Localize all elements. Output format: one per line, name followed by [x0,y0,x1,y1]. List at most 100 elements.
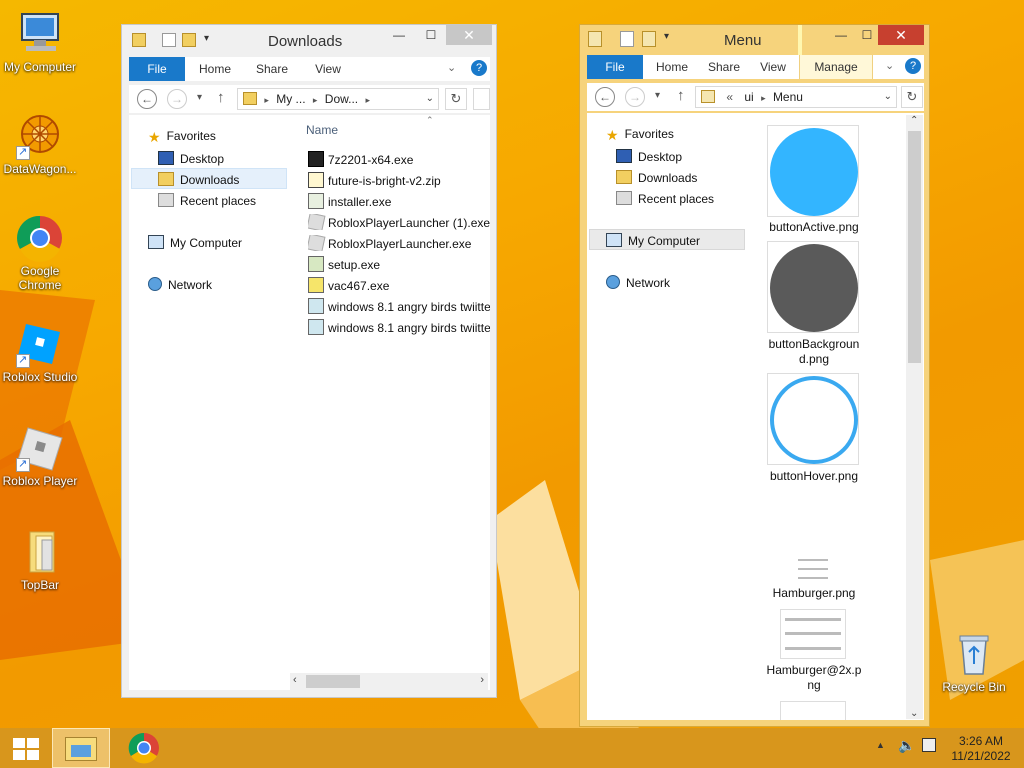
nav-downloads[interactable]: Downloads [616,170,697,185]
ribbon-expand-icon[interactable]: ⌄ [885,59,894,72]
tab-share[interactable]: Share [699,55,749,79]
breadcrumb-downloads[interactable]: Dow... [325,92,358,106]
file-item[interactable]: future-is-bright-v2.zip [308,172,490,188]
scrollbar-thumb[interactable] [908,131,921,363]
forward-button[interactable]: → [167,89,187,109]
start-button[interactable] [6,734,44,762]
properties-icon[interactable] [162,33,176,47]
new-folder-icon[interactable] [642,31,656,47]
up-button[interactable]: ↑ [217,89,225,106]
thumbnail-partial[interactable] [780,701,846,720]
file-item[interactable]: RobloxPlayerLauncher.exe [308,235,490,251]
help-icon[interactable]: ? [905,58,921,74]
desktop-icon-topbar[interactable]: TopBar [0,528,80,592]
tab-view[interactable]: View [305,57,351,81]
file-item[interactable]: vac467.exe [308,277,490,293]
nav-my-computer[interactable]: My Computer [606,233,700,248]
column-header-name[interactable]: Name [306,123,338,137]
nav-downloads[interactable]: Downloads [158,172,239,187]
close-button[interactable]: ✕ [878,25,924,45]
volume-icon[interactable]: 🔈 [898,737,915,754]
refresh-button[interactable]: ↻ [445,88,467,110]
desktop-icon-google-chrome[interactable]: Google Chrome [0,214,80,292]
horizontal-scrollbar[interactable]: ‹ › [290,673,488,690]
desktop-icon-my-computer[interactable]: My Computer [0,10,80,74]
tab-home[interactable]: Home [647,55,697,79]
desktop-icon-datawagon[interactable]: DataWagon... [0,112,80,176]
thumbnail-hamburger-2x[interactable] [780,609,846,659]
nav-my-computer[interactable]: My Computer [148,235,242,250]
properties-icon[interactable] [620,31,634,47]
thumbnail-hamburger[interactable] [796,555,830,583]
thumbnail-button-background[interactable] [767,241,859,333]
quick-access-dropdown-icon[interactable]: ▾ [664,31,669,42]
image-file-icon [308,298,324,314]
nav-network[interactable]: Network [148,277,212,292]
maximize-button[interactable]: ☐ [854,25,880,45]
address-dropdown-icon[interactable]: ⌄ [884,87,892,107]
new-folder-icon[interactable] [182,33,196,47]
tab-file[interactable]: File [587,55,643,79]
tab-manage[interactable]: Manage [799,55,873,79]
scroll-up-icon[interactable]: ⌃ [910,115,918,126]
maximize-button[interactable]: ☐ [418,25,444,45]
taskbar-file-explorer[interactable] [52,728,110,768]
recent-locations-icon[interactable]: ▾ [197,92,202,103]
desktop-icon-recycle-bin[interactable]: Recycle Bin [934,630,1014,694]
nav-favorites[interactable]: ★ Favorites [148,129,216,145]
quick-access-dropdown-icon[interactable]: ▾ [204,33,209,44]
breadcrumb-ui[interactable]: ui [744,90,753,104]
back-button[interactable]: ← [595,87,615,107]
scrollbar-thumb[interactable] [306,675,360,688]
nav-favorites[interactable]: ★ Favorites [606,127,674,143]
help-icon[interactable]: ? [471,60,487,76]
minimize-button[interactable]: — [828,25,854,45]
file-item[interactable]: setup.exe [308,256,490,272]
address-bar[interactable]: ▸ My ... ▸ Dow... ▸ ⌄ [237,88,439,110]
nav-recent-places[interactable]: Recent places [158,193,256,208]
file-item[interactable]: RobloxPlayerLauncher (1).exe [308,214,490,230]
file-item[interactable]: windows 8.1 angry birds twiitte [308,298,490,314]
nav-desktop[interactable]: Desktop [616,149,682,164]
tab-view[interactable]: View [751,55,795,79]
ribbon-expand-icon[interactable]: ⌄ [447,61,456,74]
breadcrumb-my-computer[interactable]: My ... [276,92,305,106]
clock[interactable]: 3:26 AM 11/21/2022 [946,734,1016,764]
file-item[interactable]: 7z2201-x64.exe [308,151,490,167]
search-box[interactable] [473,88,490,110]
back-button[interactable]: ← [137,89,157,109]
thumbnail-label-line: buttonActive.png [769,220,859,234]
thumbnail-label-line: Hamburger@2x.p [766,663,862,677]
nav-recent-places[interactable]: Recent places [616,191,714,206]
vertical-scrollbar[interactable]: ⌃ ⌄ [906,115,923,719]
nav-network[interactable]: Network [606,275,670,290]
minimize-button[interactable]: — [386,25,412,45]
breadcrumb-menu[interactable]: Menu [773,90,803,104]
scroll-left-icon[interactable]: ‹ [293,674,297,686]
up-button[interactable]: ↑ [677,87,685,104]
menu-titlebar[interactable]: ▾ Menu — ☐ ✕ [580,25,929,55]
downloads-titlebar[interactable]: ▾ Downloads — ☐ ✕ [122,25,496,55]
refresh-button[interactable]: ↻ [901,86,923,108]
tab-file[interactable]: File [129,57,185,81]
thumbnail-button-active[interactable] [767,125,859,217]
network-status-icon[interactable] [922,738,936,752]
desktop-icon-roblox-studio[interactable]: Roblox Studio [0,320,80,384]
desktop-icon-roblox-player[interactable]: Roblox Player [0,424,80,488]
taskbar-chrome[interactable] [120,728,168,768]
breadcrumb-overflow[interactable]: « [726,90,733,104]
tab-home[interactable]: Home [189,57,241,81]
close-button[interactable]: ✕ [446,25,492,45]
tab-share[interactable]: Share [247,57,297,81]
scroll-right-icon[interactable]: › [480,674,484,686]
address-bar[interactable]: « ui ▸ Menu ⌄ [695,86,897,108]
show-hidden-icons-button[interactable]: ▲ [876,740,885,750]
scroll-down-icon[interactable]: ⌄ [910,708,918,719]
nav-desktop[interactable]: Desktop [158,151,224,166]
thumbnail-button-hover[interactable] [767,373,859,465]
forward-button[interactable]: → [625,87,645,107]
recent-locations-icon[interactable]: ▾ [655,90,660,101]
file-item[interactable]: installer.exe [308,193,490,209]
file-item[interactable]: windows 8.1 angry birds twiitte [308,319,490,335]
address-dropdown-icon[interactable]: ⌄ [426,89,434,109]
